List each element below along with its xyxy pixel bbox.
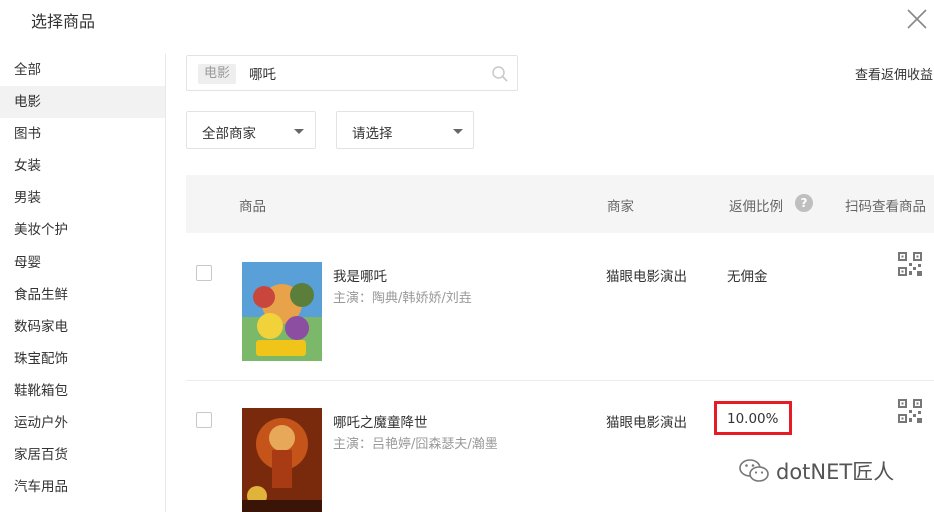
sidebar-item-sports[interactable]: 运动户外 (0, 407, 165, 439)
commission-value: 10.00% (727, 411, 779, 427)
filter-select-value: 请选择 (352, 126, 393, 142)
search-icon[interactable] (491, 65, 509, 83)
product-cast: 主演：吕艳婷/囧森瑟夫/瀚墨 (333, 437, 498, 452)
sidebar-item-womens-clothing[interactable]: 女装 (0, 150, 165, 182)
qr-code-icon[interactable] (898, 399, 922, 423)
sidebar-item-books[interactable]: 图书 (0, 118, 165, 150)
sidebar-item-jewelry[interactable]: 珠宝配饰 (0, 343, 165, 375)
table-row: 哪吒之魔童降世 主演：吕艳婷/囧森瑟夫/瀚墨 猫眼电影演出 10.00% (186, 382, 934, 512)
row-checkbox[interactable] (196, 265, 212, 281)
poster-image (242, 408, 322, 512)
sidebar-item-home[interactable]: 家居百货 (0, 439, 165, 471)
product-title: 我是哪吒 (333, 269, 387, 285)
poster-image (242, 262, 322, 361)
merchant-name: 猫眼电影演出 (606, 415, 687, 431)
header-merchant: 商家 (607, 199, 634, 215)
search-box: 电影 (186, 55, 518, 91)
sidebar-item-movie[interactable]: 电影 (0, 86, 165, 119)
sidebar-item-all[interactable]: 全部 (0, 54, 165, 86)
product-title: 哪吒之魔童降世 (333, 415, 428, 431)
sidebar-item-electronics[interactable]: 数码家电 (0, 311, 165, 343)
sidebar-item-food[interactable]: 食品生鲜 (0, 279, 165, 311)
chevron-down-icon (294, 129, 304, 134)
merchant-select[interactable]: 全部商家 (186, 111, 316, 149)
product-cast: 主演：陶典/韩娇娇/刘垚 (333, 291, 472, 306)
sidebar-item-auto[interactable]: 汽车用品 (0, 471, 165, 503)
sidebar-item-shoes-bags[interactable]: 鞋靴箱包 (0, 375, 165, 407)
category-sidebar: 全部 电影 图书 女装 男装 美妆个护 母婴 食品生鲜 数码家电 珠宝配饰 鞋靴… (0, 54, 166, 512)
help-icon[interactable]: ? (795, 194, 813, 212)
close-icon[interactable] (904, 6, 930, 32)
commission-link[interactable]: 查看返佣收益 (855, 64, 933, 83)
qr-code-icon[interactable] (898, 252, 922, 276)
merchant-select-value: 全部商家 (202, 126, 256, 142)
commission-value: 无佣金 (727, 269, 768, 285)
wechat-icon (739, 459, 769, 482)
search-category-tag[interactable]: 电影 (198, 64, 237, 84)
watermark-text: dotNET匠人 (776, 460, 895, 484)
filter-select[interactable]: 请选择 (336, 111, 474, 149)
sidebar-item-mens-clothing[interactable]: 男装 (0, 182, 165, 214)
sidebar-item-baby[interactable]: 母婴 (0, 247, 165, 279)
search-input[interactable] (249, 58, 479, 88)
dialog-title: 选择商品 (31, 12, 96, 31)
header-product: 商品 (239, 199, 266, 215)
chevron-down-icon (453, 129, 463, 134)
row-checkbox[interactable] (196, 412, 212, 428)
watermark: dotNET匠人 (738, 455, 894, 487)
table-row: 我是哪吒 主演：陶典/韩娇娇/刘垚 猫眼电影演出 无佣金 (186, 234, 934, 381)
header-commission-rate: 返佣比例 (729, 199, 783, 215)
merchant-name: 猫眼电影演出 (606, 269, 687, 285)
header-scan: 扫码查看商品 (845, 199, 926, 215)
sidebar-item-beauty[interactable]: 美妆个护 (0, 214, 165, 246)
table-header: 商品 商家 返佣比例 ? 扫码查看商品 (186, 175, 934, 233)
